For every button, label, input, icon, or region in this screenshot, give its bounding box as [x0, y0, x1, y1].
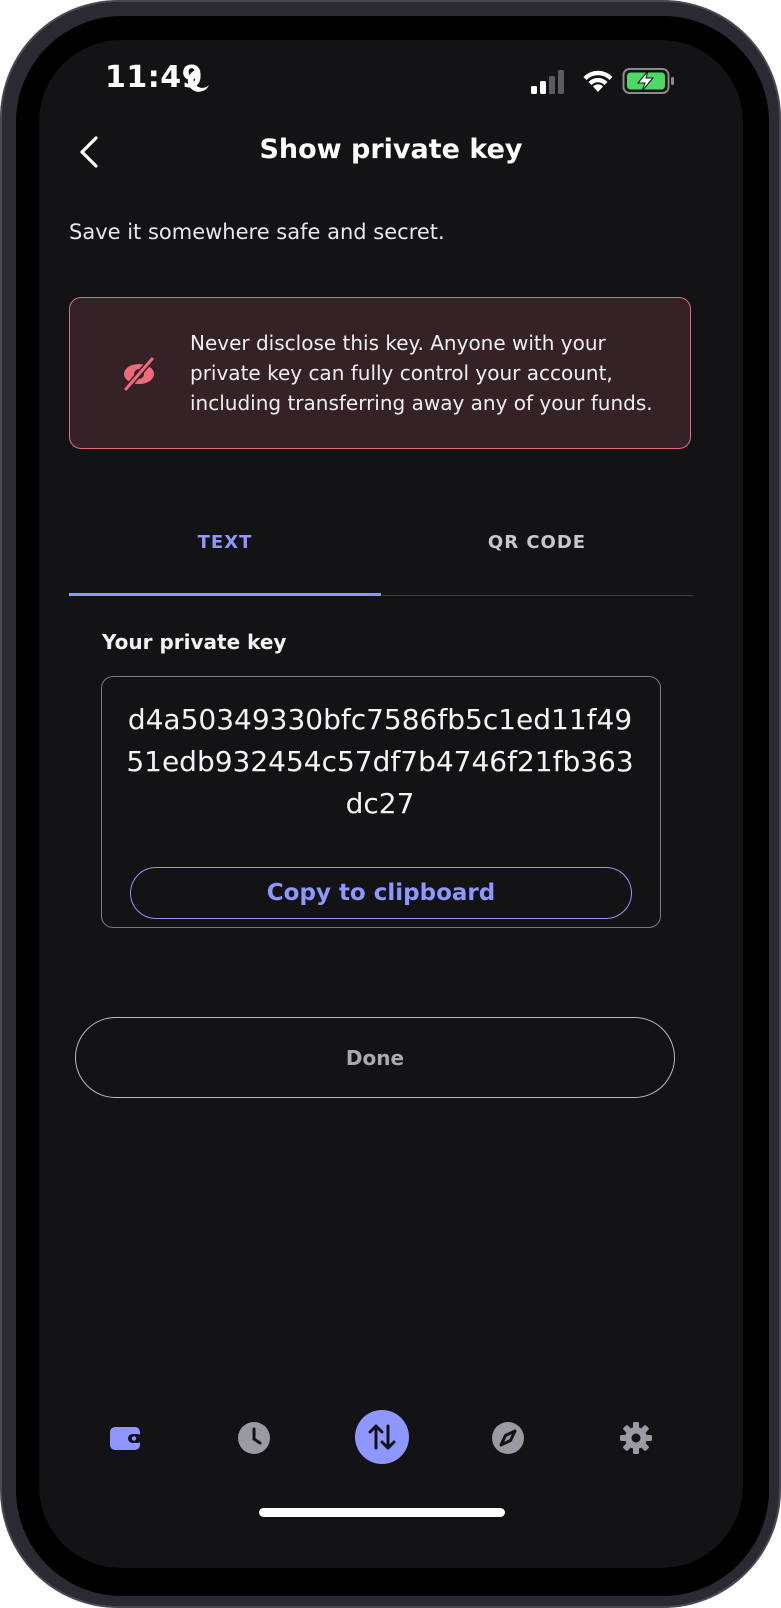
subtitle: Save it somewhere safe and secret. — [69, 220, 445, 244]
nav-history[interactable] — [228, 1412, 280, 1464]
transfer-arrows-icon — [368, 1424, 396, 1450]
page-title: Show private key — [259, 134, 523, 165]
nav-settings[interactable] — [610, 1412, 662, 1464]
wallet-icon — [110, 1427, 142, 1450]
compass-icon — [492, 1422, 524, 1454]
nav-transfer[interactable] — [355, 1410, 409, 1464]
home-indicator[interactable] — [259, 1508, 505, 1517]
signal-icon — [531, 70, 564, 94]
done-button[interactable]: Done — [75, 1017, 675, 1098]
wifi-icon — [583, 70, 613, 92]
private-key-box: d4a50349330bfc7586fb5c1ed11f4951edb93245… — [101, 676, 661, 928]
active-tab-indicator — [69, 593, 381, 596]
screen: 11:49 Show private key Save it somewhere… — [39, 40, 743, 1568]
private-key-value: d4a50349330bfc7586fb5c1ed11f4951edb93245… — [126, 703, 634, 820]
warning-banner: Never disclose this key. Anyone with you… — [69, 297, 691, 449]
copy-to-clipboard-button[interactable]: Copy to clipboard — [130, 867, 632, 919]
tab-qr-code[interactable]: QR CODE — [381, 532, 693, 553]
clock-icon — [238, 1422, 270, 1454]
battery-charging-icon — [622, 68, 674, 94]
tab-text[interactable]: TEXT — [69, 532, 381, 553]
moon-icon — [187, 69, 209, 92]
nav-explore[interactable] — [482, 1412, 534, 1464]
gear-icon — [620, 1422, 652, 1454]
eye-off-icon — [123, 356, 155, 392]
private-key-label: Your private key — [102, 630, 287, 654]
nav-wallet[interactable] — [100, 1412, 152, 1464]
warning-text: Never disclose this key. Anyone with you… — [190, 331, 653, 415]
